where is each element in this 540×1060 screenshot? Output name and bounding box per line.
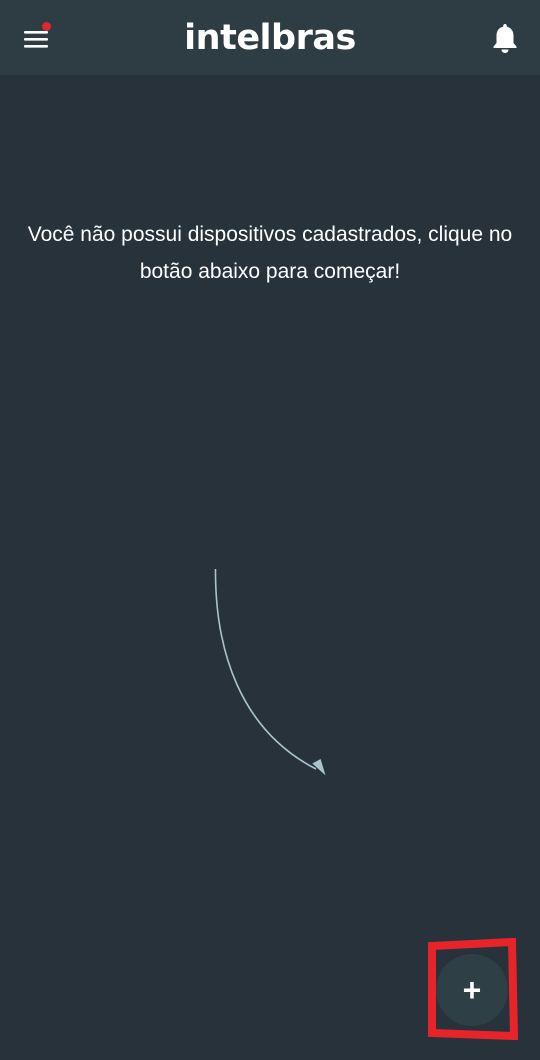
bell-icon xyxy=(493,24,517,53)
top-bar: intelbras xyxy=(0,0,540,75)
hamburger-menu-icon xyxy=(24,31,48,48)
curved-arrow-icon xyxy=(214,568,326,776)
plus-icon: + xyxy=(462,971,482,1008)
brand-logo: intelbras xyxy=(170,12,370,64)
empty-state-message: Você não possui dispositivos cadastrados… xyxy=(27,223,513,283)
notifications-button[interactable] xyxy=(490,22,526,56)
add-device-button[interactable]: + xyxy=(436,954,508,1026)
brand-name: intelbras xyxy=(184,18,356,58)
notification-badge xyxy=(42,22,51,31)
app-screen: intelbras Você não possui dispositivos c… xyxy=(0,0,540,1060)
menu-button[interactable] xyxy=(16,20,58,60)
